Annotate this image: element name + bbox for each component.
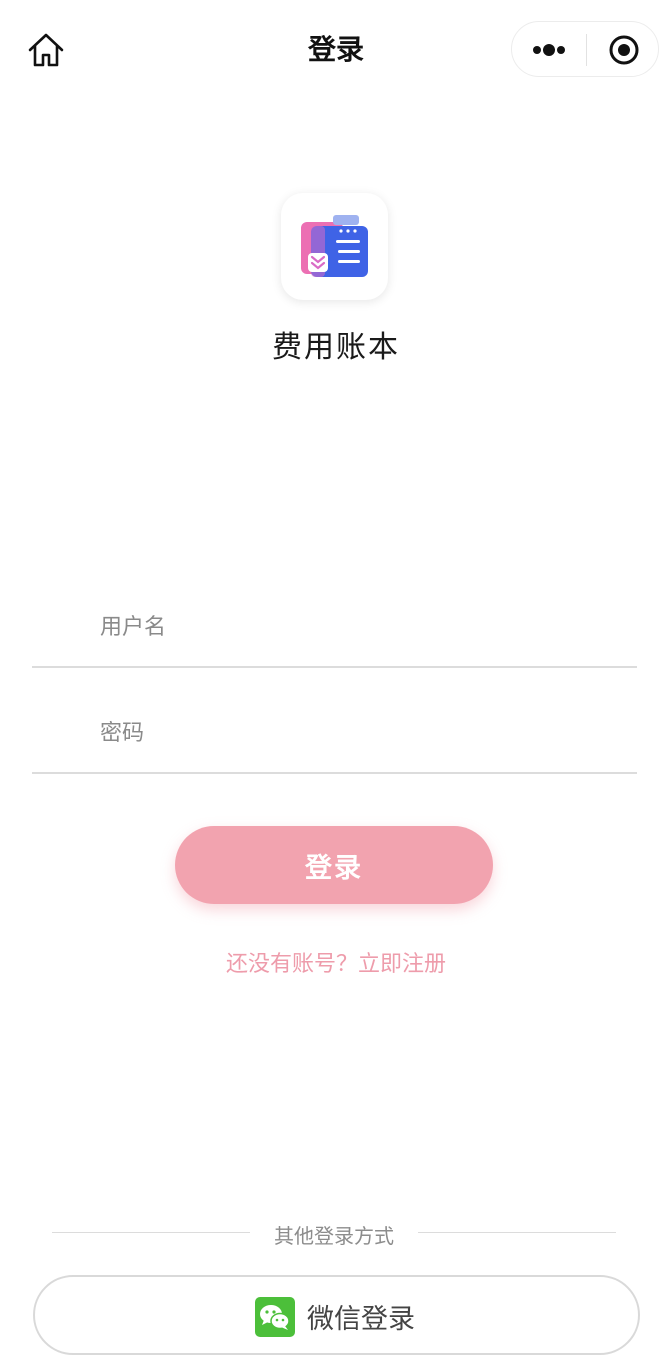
app-name: 费用账本 (272, 330, 400, 365)
other-login-divider: 其他登录方式 (52, 1218, 616, 1248)
login-page: 登录 费用账本 用户名 登录 还没有账号？立即注册 其他登录方式 微信登录 (0, 0, 672, 1364)
target-close-icon (609, 35, 639, 65)
wechat-login-button[interactable]: 微信登录 (33, 1275, 640, 1355)
wechat-icon (255, 1297, 295, 1337)
divider-line-right (418, 1232, 616, 1233)
divider-line-left (52, 1232, 250, 1233)
wechat-login-label: 微信登录 (307, 1304, 415, 1335)
more-button[interactable] (512, 22, 586, 78)
expense-book-logo-icon (301, 215, 368, 277)
other-login-title: 其他登录方式 (274, 1224, 394, 1248)
register-link[interactable]: 还没有账号？立即注册 (0, 946, 672, 978)
app-logo (281, 193, 388, 300)
username-field (32, 584, 637, 668)
close-button[interactable] (587, 22, 660, 78)
login-button[interactable]: 登录 (175, 826, 493, 904)
password-field (32, 690, 637, 774)
username-input[interactable] (100, 602, 620, 652)
more-dots-icon (533, 44, 565, 56)
menu-capsule (511, 21, 659, 77)
password-input[interactable] (100, 708, 620, 758)
navigation-bar: 登录 (0, 0, 672, 100)
